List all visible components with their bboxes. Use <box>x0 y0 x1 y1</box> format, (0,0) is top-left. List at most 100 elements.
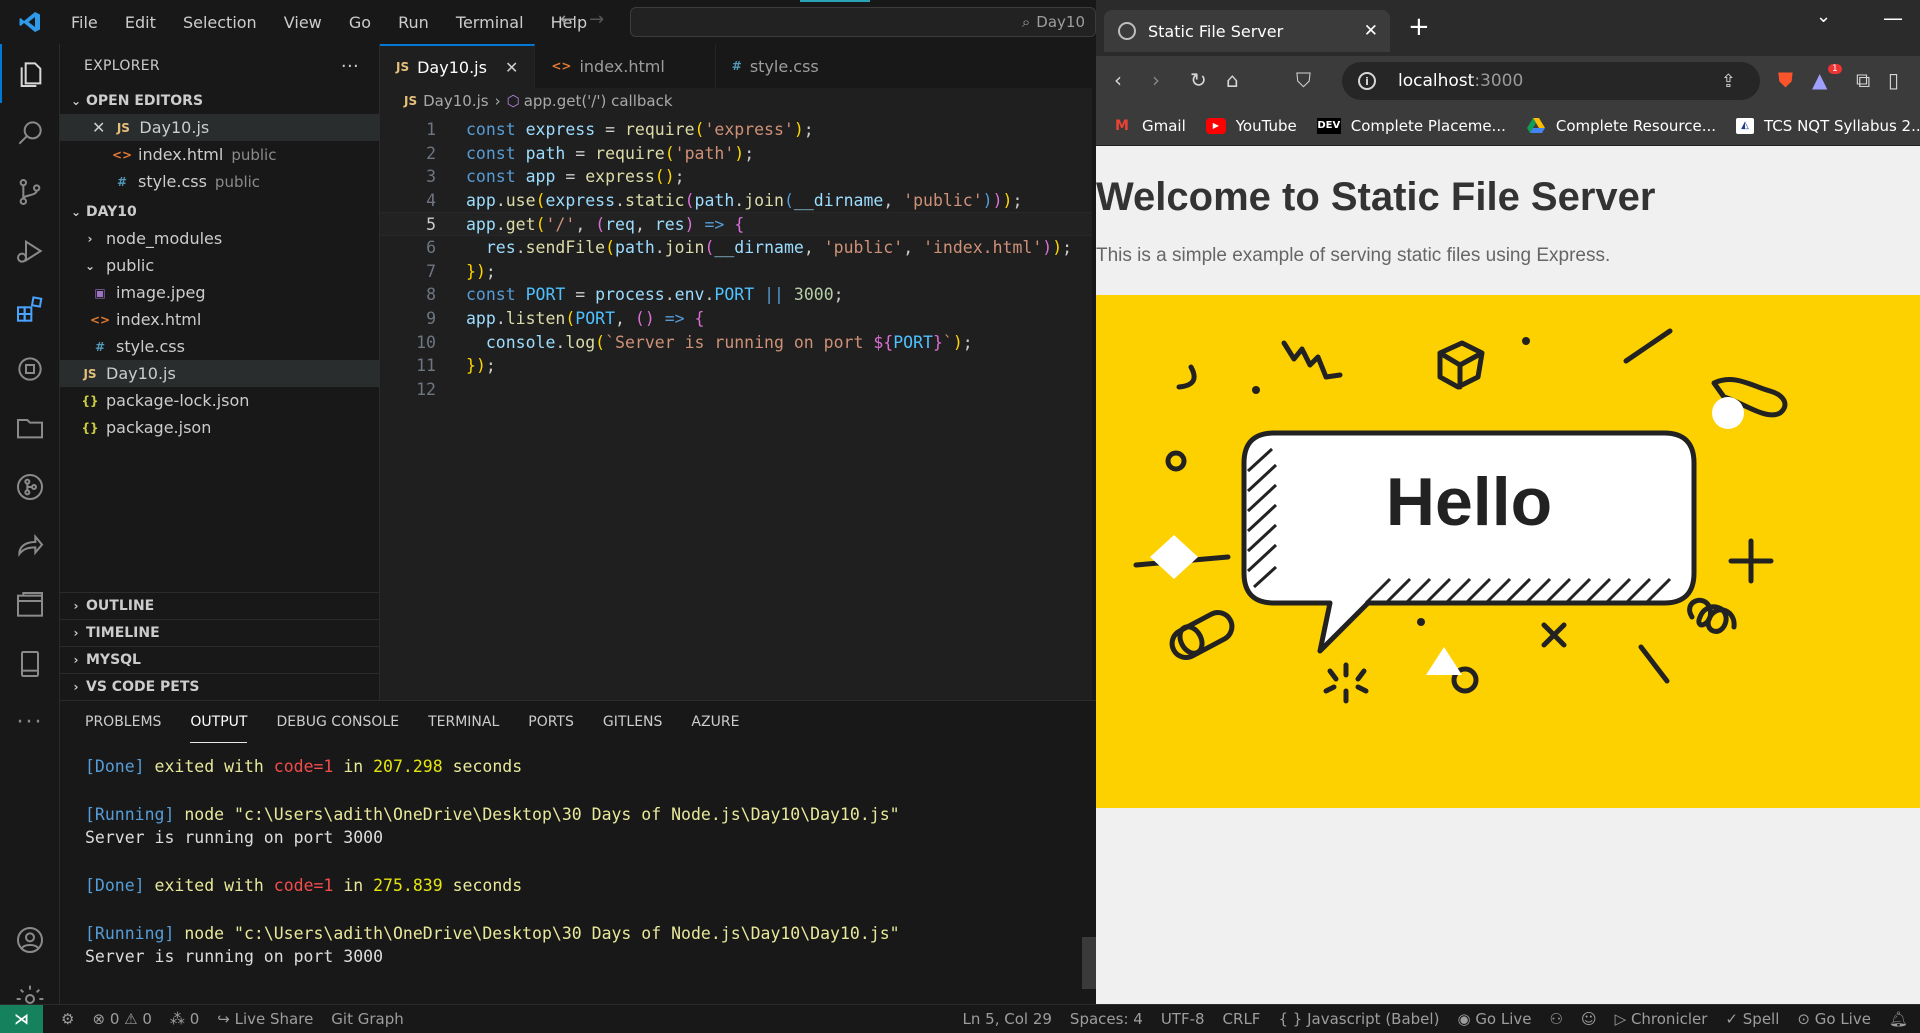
ports-status[interactable]: ⁂ 0 <box>170 1010 199 1028</box>
extensions-puzzle-icon[interactable]: ⧉ <box>1856 68 1870 92</box>
tree-item-style-css[interactable]: # style.css <box>60 333 379 360</box>
explorer-icon[interactable] <box>0 44 60 103</box>
brave-shield-icon[interactable]: ⛊ <box>1778 68 1793 92</box>
feedback-icon[interactable]: ☺ <box>1581 1010 1597 1028</box>
back-arrow-icon[interactable]: ← <box>560 9 589 30</box>
bookmark-gmail[interactable]: M Gmail <box>1112 117 1186 135</box>
back-icon[interactable]: ‹ <box>1114 68 1122 92</box>
remote-explorer-icon[interactable] <box>0 339 60 398</box>
sync-icon[interactable]: ⚙ <box>61 1010 74 1028</box>
minimize-icon[interactable]: — <box>1883 6 1903 30</box>
share-icon[interactable]: ⇪ <box>1721 71 1736 92</box>
extensions-icon[interactable] <box>0 280 60 339</box>
bookmark-icon[interactable]: ⛉ <box>1296 68 1311 92</box>
tab-terminal[interactable]: TERMINAL <box>428 701 499 743</box>
indentation[interactable]: Spaces: 4 <box>1070 1010 1143 1028</box>
menu-view[interactable]: View <box>273 13 333 32</box>
notifications-bell-icon[interactable]: 🔔︎ <box>1889 1010 1908 1028</box>
tree-item-public[interactable]: ⌄ public <box>60 252 379 279</box>
info-icon[interactable]: i <box>1358 72 1376 90</box>
cursor-position[interactable]: Ln 5, Col 29 <box>963 1010 1052 1028</box>
go-live-status[interactable]: ◉ Go Live <box>1457 1010 1531 1028</box>
search-icon[interactable] <box>0 103 60 162</box>
menu-file[interactable]: File <box>60 13 109 32</box>
git-graph-status[interactable]: Git Graph <box>331 1010 403 1028</box>
tree-item-package-lock[interactable]: {} package-lock.json <box>60 387 379 414</box>
menu-selection[interactable]: Selection <box>172 13 268 32</box>
bookmark-drive[interactable]: Complete Resource... <box>1526 117 1716 135</box>
code-line[interactable]: 11}); <box>380 354 1092 378</box>
close-icon[interactable]: ✕ <box>92 118 105 137</box>
code-line[interactable]: 8 const PORT = process.env.PORT || 3000; <box>380 283 1092 307</box>
scrollbar-thumb[interactable] <box>1082 937 1096 989</box>
timeline-section[interactable]: › TIMELINE <box>60 619 379 646</box>
open-editor-item[interactable]: # style.css public <box>60 168 379 195</box>
encoding[interactable]: UTF-8 <box>1161 1010 1205 1028</box>
tab-gitlens[interactable]: GITLENS <box>603 701 663 743</box>
reload-icon[interactable]: ↻ <box>1190 68 1207 92</box>
run-debug-icon[interactable] <box>0 221 60 280</box>
output-log[interactable]: [Done] exited with code=1 in 207.298 sec… <box>60 743 1096 971</box>
code-line[interactable]: 2 const path = require('path'); <box>380 142 1092 166</box>
code-line[interactable]: 3 const app = express(); <box>380 165 1092 189</box>
menu-edit[interactable]: Edit <box>114 13 167 32</box>
bookmark-dev[interactable]: DEV Complete Placeme... <box>1316 117 1506 135</box>
tab-debug-console[interactable]: DEBUG CONSOLE <box>276 701 399 743</box>
tab-day10-js[interactable]: JS Day10.js ✕ <box>380 44 536 88</box>
live-share-status[interactable]: ↪ Live Share <box>217 1010 313 1028</box>
close-icon[interactable]: ✕ <box>1364 21 1378 41</box>
device-icon[interactable] <box>0 634 60 693</box>
open-editor-item[interactable]: <> index.html public <box>60 141 379 168</box>
chevron-down-icon[interactable]: ⌄ <box>1816 6 1831 27</box>
code-line[interactable]: 12 <box>380 378 1092 402</box>
code-editor[interactable]: 1 const express = require('express'); 2 con… <box>380 114 1092 401</box>
address-bar[interactable]: i localhost:3000 ⇪ <box>1342 62 1760 100</box>
remote-indicator-icon[interactable]: ⋊ <box>0 1004 43 1033</box>
tree-item-image[interactable]: ▣ image.jpeg <box>60 279 379 306</box>
gitlens-icon[interactable] <box>0 457 60 516</box>
vscode-pets-section[interactable]: › VS CODE PETS <box>60 673 379 700</box>
more-actions-icon[interactable]: ··· <box>341 56 359 77</box>
tab-style-css[interactable]: # style.css <box>716 44 835 88</box>
source-control-icon[interactable] <box>0 162 60 221</box>
home-icon[interactable]: ⌂ <box>1226 68 1239 92</box>
code-line[interactable]: 7}); <box>380 260 1092 284</box>
code-line[interactable]: 5 app.get('/', (req, res) => { <box>380 212 1092 236</box>
bookmark-tcs[interactable]: ◭ TCS NQT Syllabus 2... <box>1736 117 1920 135</box>
tab-ports[interactable]: PORTS <box>528 701 574 743</box>
code-line[interactable]: 9 app.listen(PORT, () => { <box>380 307 1092 331</box>
sidebar-toggle-icon[interactable]: ▯ <box>1888 68 1899 92</box>
eol[interactable]: CRLF <box>1223 1010 1261 1028</box>
account-icon[interactable] <box>0 910 60 969</box>
open-editor-item[interactable]: ✕ JS Day10.js <box>60 114 379 141</box>
open-editors-header[interactable]: ⌄ OPEN EDITORS <box>60 88 379 114</box>
mysql-section[interactable]: › MYSQL <box>60 646 379 673</box>
folder-header[interactable]: ⌄ DAY10 <box>60 199 379 225</box>
folder-icon[interactable] <box>0 398 60 457</box>
command-center[interactable]: ⌕ Day10 <box>630 7 1096 37</box>
copilot-icon[interactable]: ⚇ <box>1550 1010 1563 1028</box>
close-icon[interactable]: ✕ <box>505 58 518 77</box>
language-mode[interactable]: { } Javascript (Babel) <box>1278 1010 1439 1028</box>
chronicler-status[interactable]: ▷ Chronicler <box>1615 1010 1708 1028</box>
breadcrumb-symbol[interactable]: app.get('/') callback <box>524 92 673 110</box>
tree-item-package-json[interactable]: {} package.json <box>60 414 379 441</box>
brave-rewards-icon[interactable]: ▲ <box>1812 68 1827 92</box>
forward-arrow-icon[interactable]: → <box>589 9 618 30</box>
code-line[interactable]: 6 res.sendFile(path.join(__dirname, 'pub… <box>380 236 1092 260</box>
tab-output[interactable]: OUTPUT <box>190 701 248 743</box>
spell-status[interactable]: ✓ Spell <box>1725 1010 1779 1028</box>
breadcrumb-file[interactable]: Day10.js <box>423 92 488 110</box>
code-line[interactable]: 10 console.log(`Server is running on por… <box>380 330 1092 354</box>
tab-index-html[interactable]: <> index.html <box>535 44 716 88</box>
bookmark-youtube[interactable]: ▶ YouTube <box>1205 117 1297 135</box>
tree-item-node-modules[interactable]: › node_modules <box>60 225 379 252</box>
problems-status[interactable]: ⊗ 0 ⚠ 0 <box>92 1010 151 1028</box>
code-line[interactable]: 4 app.use(express.static(path.join(__dirn… <box>380 189 1092 213</box>
tab-problems[interactable]: PROBLEMS <box>85 701 161 743</box>
live-share-icon[interactable] <box>0 516 60 575</box>
menu-run[interactable]: Run <box>387 13 440 32</box>
outline-section[interactable]: › OUTLINE <box>60 592 379 619</box>
more-icon[interactable]: ··· <box>0 693 60 752</box>
browser-tab[interactable]: Static File Server ✕ <box>1104 10 1390 52</box>
